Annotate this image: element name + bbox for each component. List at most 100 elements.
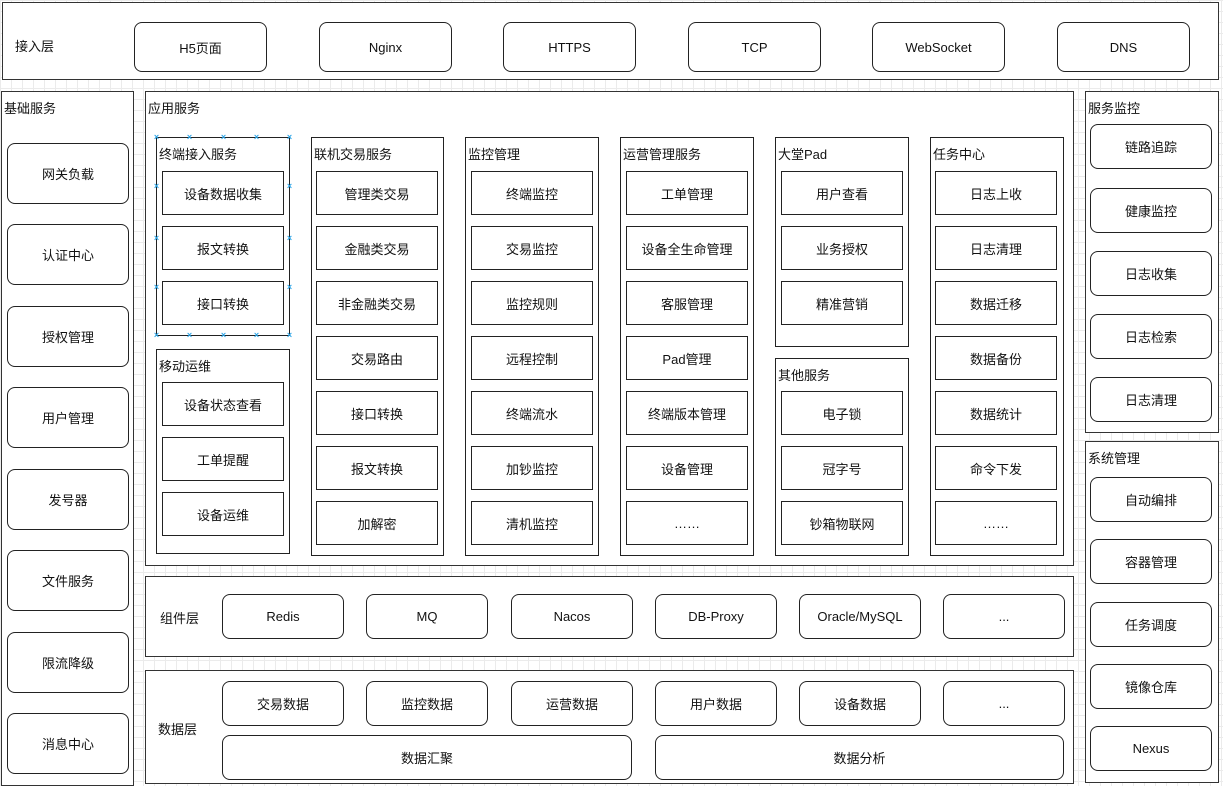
access-item-h5[interactable]: H5页面 (134, 22, 267, 72)
selection-handle[interactable]: × (186, 133, 193, 142)
data-user[interactable]: 用户数据 (655, 681, 777, 726)
item-data-backup[interactable]: 数据备份 (935, 336, 1057, 380)
sys-nexus[interactable]: Nexus (1090, 726, 1212, 771)
item-device-lifecycle[interactable]: 设备全生命管理 (626, 226, 748, 270)
data-monitor[interactable]: 监控数据 (366, 681, 488, 726)
item-serial-number[interactable]: 冠字号 (781, 446, 903, 490)
item-transaction-routing[interactable]: 交易路由 (316, 336, 438, 380)
selection-handle[interactable]: × (286, 133, 293, 142)
item-terminal-flow[interactable]: 终端流水 (471, 391, 593, 435)
access-item-websocket[interactable]: WebSocket (872, 22, 1005, 72)
item-encryption[interactable]: 加解密 (316, 501, 438, 545)
component-more[interactable]: ... (943, 594, 1065, 639)
data-operation[interactable]: 运营数据 (511, 681, 633, 726)
item-more-ops[interactable]: …… (626, 501, 748, 545)
monitor-trace[interactable]: 链路追踪 (1090, 124, 1212, 169)
monitor-health[interactable]: 健康监控 (1090, 188, 1212, 233)
sys-image-registry[interactable]: 镜像仓库 (1090, 664, 1212, 709)
item-nonfinancial-transaction[interactable]: 非金融类交易 (316, 281, 438, 325)
sys-auto-orchestration[interactable]: 自动编排 (1090, 477, 1212, 522)
selection-handle[interactable]: × (220, 133, 227, 142)
base-item-authorization[interactable]: 授权管理 (7, 306, 129, 367)
selection-handle[interactable]: × (286, 234, 293, 243)
base-item-rate-limit[interactable]: 限流降级 (7, 632, 129, 693)
access-layer-label: 接入层 (15, 39, 55, 54)
group-other-services-title: 其他服务 (778, 368, 831, 383)
item-message-convert[interactable]: 报文转换 (162, 226, 284, 270)
selection-handle[interactable]: × (153, 331, 160, 340)
item-data-migrate[interactable]: 数据迁移 (935, 281, 1057, 325)
item-interface-convert-2[interactable]: 接口转换 (316, 391, 438, 435)
item-data-stats[interactable]: 数据统计 (935, 391, 1057, 435)
item-interface-convert[interactable]: 接口转换 (162, 281, 284, 325)
item-message-convert-2[interactable]: 报文转换 (316, 446, 438, 490)
monitor-log-collect[interactable]: 日志收集 (1090, 251, 1212, 296)
monitor-log-clean[interactable]: 日志清理 (1090, 377, 1212, 422)
item-clear-monitor[interactable]: 清机监控 (471, 501, 593, 545)
base-item-auth-center[interactable]: 认证中心 (7, 224, 129, 285)
item-cashbox-iot[interactable]: 钞箱物联网 (781, 501, 903, 545)
component-redis[interactable]: Redis (222, 594, 344, 639)
item-mgmt-transaction[interactable]: 管理类交易 (316, 171, 438, 215)
monitor-log-search[interactable]: 日志检索 (1090, 314, 1212, 359)
selection-handle[interactable]: × (253, 133, 260, 142)
access-item-dns[interactable]: DNS (1057, 22, 1190, 72)
data-device[interactable]: 设备数据 (799, 681, 921, 726)
component-nacos[interactable]: Nacos (511, 594, 633, 639)
selection-handle[interactable]: × (153, 133, 160, 142)
component-mq[interactable]: MQ (366, 594, 488, 639)
component-oracle-mysql[interactable]: Oracle/MySQL (799, 594, 921, 639)
item-terminal-version[interactable]: 终端版本管理 (626, 391, 748, 435)
base-item-user-mgmt[interactable]: 用户管理 (7, 387, 129, 448)
group-lobby-pad-title: 大堂Pad (778, 147, 828, 162)
selection-handle[interactable]: × (286, 331, 293, 340)
item-log-collect[interactable]: 日志上收 (935, 171, 1057, 215)
base-item-id-generator[interactable]: 发号器 (7, 469, 129, 530)
item-terminal-monitor[interactable]: 终端监控 (471, 171, 593, 215)
access-item-tcp[interactable]: TCP (688, 22, 821, 72)
item-precision-marketing[interactable]: 精准营销 (781, 281, 903, 325)
item-business-auth[interactable]: 业务授权 (781, 226, 903, 270)
item-work-order-remind[interactable]: 工单提醒 (162, 437, 284, 481)
component-layer-label: 组件层 (160, 611, 200, 626)
selection-handle[interactable]: × (153, 283, 160, 292)
item-device-status-view[interactable]: 设备状态查看 (162, 382, 284, 426)
item-log-clean[interactable]: 日志清理 (935, 226, 1057, 270)
item-work-order-mgmt[interactable]: 工单管理 (626, 171, 748, 215)
item-command-dispatch[interactable]: 命令下发 (935, 446, 1057, 490)
base-item-message-center[interactable]: 消息中心 (7, 713, 129, 774)
item-pad-mgmt[interactable]: Pad管理 (626, 336, 748, 380)
data-more[interactable]: ... (943, 681, 1065, 726)
access-item-nginx[interactable]: Nginx (319, 22, 452, 72)
selection-handle[interactable]: × (286, 182, 293, 191)
service-monitor-label: 服务监控 (1088, 101, 1141, 116)
item-customer-service[interactable]: 客服管理 (626, 281, 748, 325)
selection-handle[interactable]: × (220, 331, 227, 340)
data-transaction[interactable]: 交易数据 (222, 681, 344, 726)
item-device-data-collect[interactable]: 设备数据收集 (162, 171, 284, 215)
sys-container-mgmt[interactable]: 容器管理 (1090, 539, 1212, 584)
item-transaction-monitor[interactable]: 交易监控 (471, 226, 593, 270)
sys-task-scheduling[interactable]: 任务调度 (1090, 602, 1212, 647)
selection-handle[interactable]: × (153, 234, 160, 243)
item-device-mgmt[interactable]: 设备管理 (626, 446, 748, 490)
base-item-gateway[interactable]: 网关负载 (7, 143, 129, 204)
item-electronic-lock[interactable]: 电子锁 (781, 391, 903, 435)
selection-handle[interactable]: × (253, 331, 260, 340)
selection-handle[interactable]: × (286, 283, 293, 292)
data-aggregation[interactable]: 数据汇聚 (222, 735, 632, 780)
app-services-label: 应用服务 (148, 101, 201, 116)
item-financial-transaction[interactable]: 金融类交易 (316, 226, 438, 270)
item-cash-load-monitor[interactable]: 加钞监控 (471, 446, 593, 490)
component-db-proxy[interactable]: DB-Proxy (655, 594, 777, 639)
item-remote-control[interactable]: 远程控制 (471, 336, 593, 380)
base-item-file-service[interactable]: 文件服务 (7, 550, 129, 611)
item-monitor-rules[interactable]: 监控规则 (471, 281, 593, 325)
data-analysis[interactable]: 数据分析 (655, 735, 1064, 780)
item-more-tasks[interactable]: …… (935, 501, 1057, 545)
selection-handle[interactable]: × (186, 331, 193, 340)
access-item-https[interactable]: HTTPS (503, 22, 636, 72)
item-device-ops[interactable]: 设备运维 (162, 492, 284, 536)
selection-handle[interactable]: × (153, 182, 160, 191)
item-user-view[interactable]: 用户查看 (781, 171, 903, 215)
